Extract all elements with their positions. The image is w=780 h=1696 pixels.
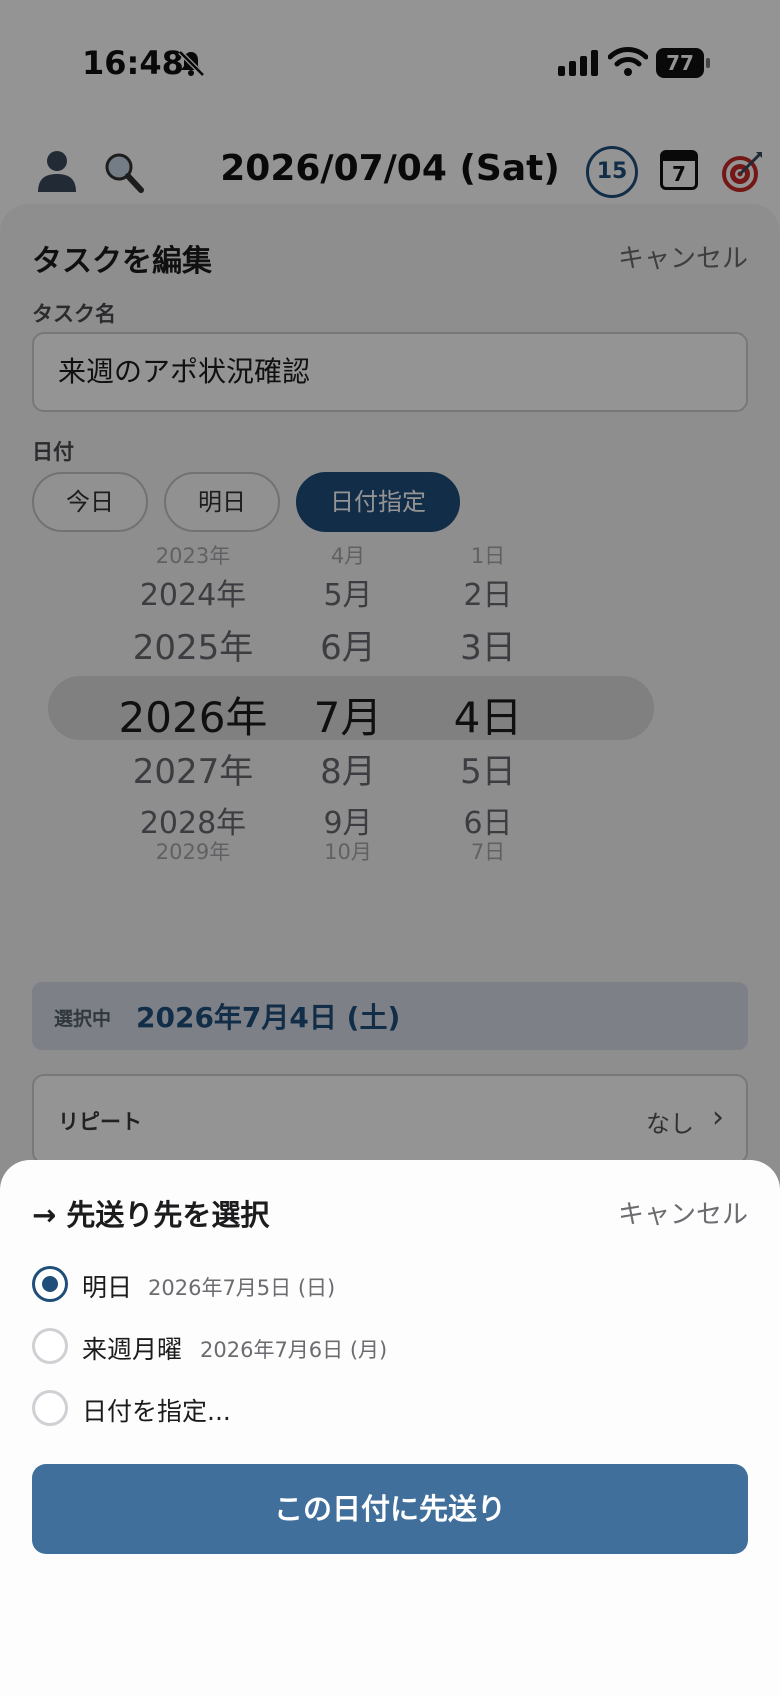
postpone-sheet: → 先送り先を選択 キャンセル 明日 2026年7月5日 (日) 来週月曜 20… <box>0 1160 780 1696</box>
postpone-sheet-title: → 先送り先を選択 <box>32 1198 270 1232</box>
radio-selected-dot <box>42 1276 58 1292</box>
radio-tomorrow[interactable] <box>32 1266 68 1302</box>
option-date: 2026年7月6日 (月) <box>200 1338 388 1362</box>
option-label: 明日 <box>82 1273 133 1302</box>
option-pick-date[interactable]: 日付を指定... <box>32 1384 748 1434</box>
option-tomorrow[interactable]: 明日 2026年7月5日 (日) <box>32 1260 748 1310</box>
radio-next-monday[interactable] <box>32 1328 68 1364</box>
option-label: 来週月曜 <box>82 1335 183 1364</box>
option-date: 2026年7月5日 (日) <box>148 1276 336 1300</box>
radio-pick-date[interactable] <box>32 1390 68 1426</box>
postpone-cancel-button[interactable]: キャンセル <box>618 1194 748 1231</box>
option-label: 日付を指定... <box>82 1397 231 1426</box>
option-next-monday[interactable]: 来週月曜 2026年7月6日 (月) <box>32 1322 748 1372</box>
postpone-confirm-button[interactable]: この日付に先送り <box>32 1464 748 1554</box>
